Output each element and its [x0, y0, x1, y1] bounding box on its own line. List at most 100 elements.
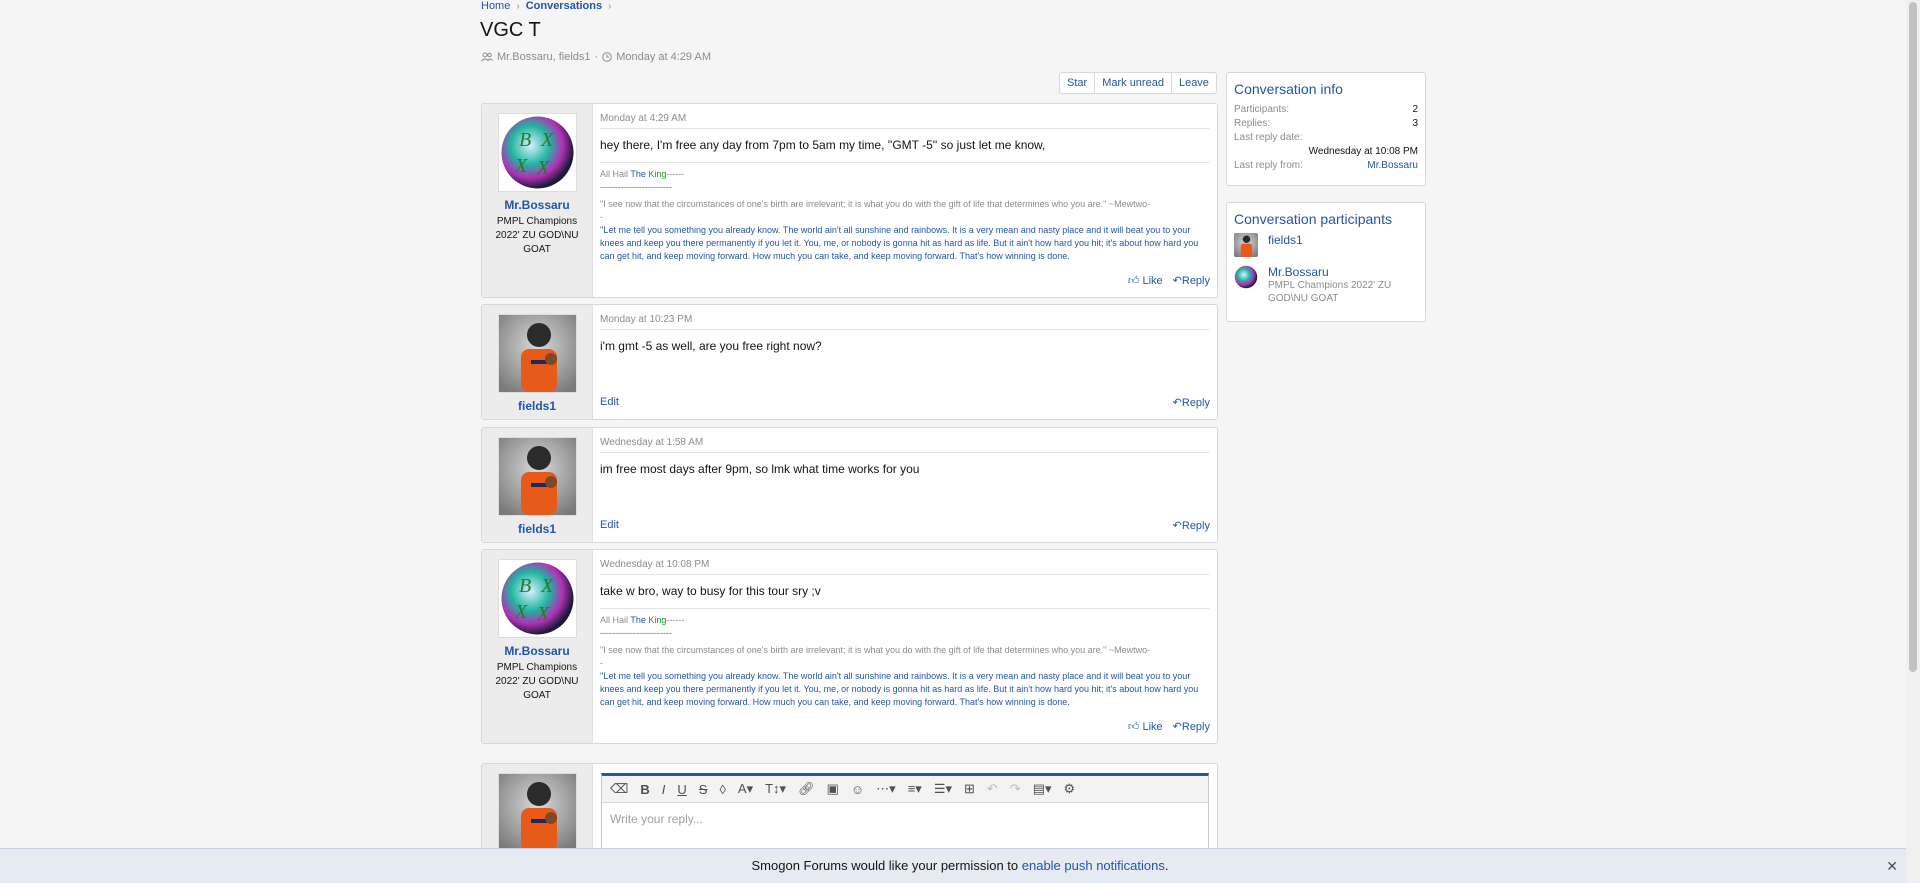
reply-input-placeholder[interactable]: Write your reply...: [602, 803, 1208, 835]
star-button[interactable]: Star: [1060, 73, 1094, 93]
breadcrumb-conversations[interactable]: Conversations: [526, 0, 602, 12]
sig-hail: All Hail: [600, 169, 631, 179]
username[interactable]: Mr.Bossaru: [482, 198, 592, 212]
reply-icon: ↶: [1172, 721, 1182, 733]
message-date[interactable]: Wednesday at 1:58 AM: [600, 437, 1210, 453]
message-date[interactable]: Wednesday at 10:08 PM: [600, 559, 1210, 575]
reply-button[interactable]: ↶Reply: [1173, 519, 1210, 532]
message-body: Wednesday at 1:58 AM im free most days a…: [593, 428, 1217, 542]
strikethrough-icon[interactable]: S: [699, 782, 708, 797]
avatar[interactable]: [497, 773, 577, 852]
username[interactable]: fields1: [482, 399, 592, 413]
gear-icon[interactable]: ⚙: [1064, 781, 1076, 797]
message-user: fields1: [482, 305, 593, 419]
message-text: hey there, I'm free any day from 7pm to …: [600, 138, 1046, 152]
reply-icon: ↶: [1172, 275, 1182, 287]
participant-name[interactable]: Mr.Bossaru: [1268, 265, 1418, 279]
participants-meta: Mr.Bossaru, fields1: [497, 51, 591, 63]
like-button[interactable]: 👍︎ Like: [1128, 720, 1163, 733]
username[interactable]: fields1: [482, 522, 592, 536]
avatar[interactable]: [1234, 233, 1258, 257]
reply-button[interactable]: ↶Reply: [1173, 274, 1210, 287]
sig-quote-tail: -: [600, 212, 603, 222]
participants-label: Participants:: [1234, 104, 1290, 115]
username[interactable]: Mr.Bossaru: [482, 644, 592, 658]
undo-icon[interactable]: ↶: [987, 781, 998, 797]
svg-text:X: X: [536, 603, 550, 625]
edit-button[interactable]: Edit: [600, 519, 619, 532]
table-icon[interactable]: ⊞: [964, 781, 975, 797]
user-title: PMPL Champions 2022' ZU GOD\NU GOAT: [495, 662, 579, 701]
reply-editor[interactable]: ⌫ B I U S ◊ A▾ T↕▾ 🔗︎ ▣ ☺ ⋯▾ ≡▾ ☰▾ ⊞ ↶ ↷…: [601, 773, 1209, 852]
message: BXXX Mr.Bossaru PMPL Champions 2022' ZU …: [481, 549, 1218, 744]
font-family-icon[interactable]: A▾: [738, 781, 753, 797]
reply-icon: ↶: [1172, 520, 1182, 532]
avatar[interactable]: [1234, 265, 1258, 289]
users-icon: [481, 52, 493, 62]
sig-dashes: ------------------------: [600, 182, 672, 192]
push-notification-banner: Smogon Forums would like your permission…: [0, 848, 1920, 883]
italic-icon[interactable]: I: [662, 782, 666, 797]
like-label: Like: [1142, 721, 1163, 733]
editor-toolbar: ⌫ B I U S ◊ A▾ T↕▾ 🔗︎ ▣ ☺ ⋯▾ ≡▾ ☰▾ ⊞ ↶ ↷…: [602, 776, 1208, 803]
eraser-icon[interactable]: ⌫: [610, 781, 628, 797]
message-body: Wednesday at 10:08 PM take w bro, way to…: [593, 550, 1217, 743]
underline-icon[interactable]: U: [677, 782, 686, 797]
notice-period: .: [1164, 858, 1169, 873]
smiley-icon[interactable]: ☺: [851, 782, 864, 797]
breadcrumb-home[interactable]: Home: [481, 0, 510, 12]
conversation-participants: Conversation participants fields1 Mr.Bos…: [1226, 202, 1426, 322]
chevron-right-icon: ›: [516, 0, 520, 12]
participant-title: PMPL Champions 2022' ZU GOD\NU GOAT: [1268, 280, 1392, 304]
svg-text:X: X: [540, 129, 554, 151]
last-reply-date-value-row: Wednesday at 10:08 PM: [1227, 145, 1425, 159]
avatar[interactable]: [497, 437, 577, 516]
reply-button[interactable]: ↶Reply: [1173, 396, 1210, 409]
participants-value: 2: [1412, 104, 1418, 115]
participant-item: Mr.Bossaru PMPL Champions 2022' ZU GOD\N…: [1234, 265, 1418, 305]
enable-push-link[interactable]: enable push notifications: [1022, 858, 1165, 873]
reply-button[interactable]: ↶Reply: [1173, 720, 1210, 733]
font-size-icon[interactable]: T↕▾: [765, 781, 786, 797]
message-date[interactable]: Monday at 10:23 PM: [600, 314, 1210, 330]
like-label: Like: [1142, 275, 1163, 287]
link-icon[interactable]: 🔗︎: [798, 781, 815, 797]
message-text: i'm gmt -5 as well, are you free right n…: [600, 339, 822, 353]
participant-name[interactable]: fields1: [1268, 233, 1303, 247]
leave-button[interactable]: Leave: [1170, 73, 1216, 93]
message: fields1 Monday at 10:23 PM i'm gmt -5 as…: [481, 304, 1218, 420]
signature: All Hail The King------ ----------------…: [600, 608, 1210, 709]
message-date[interactable]: Monday at 4:29 AM: [600, 113, 1210, 129]
like-button[interactable]: 👍︎ Like: [1128, 274, 1163, 287]
scrollbar[interactable]: [1906, 0, 1920, 882]
sig-quote-rocky: ''Let me tell you something you already …: [600, 671, 1199, 707]
drafts-icon[interactable]: ▤▾: [1033, 781, 1052, 797]
reply-label: Reply: [1181, 397, 1210, 409]
more-icon[interactable]: ⋯▾: [876, 781, 896, 797]
align-icon[interactable]: ≡▾: [908, 781, 922, 797]
color-icon[interactable]: ◊: [719, 782, 725, 797]
last-reply-from-link[interactable]: Mr.Bossaru: [1367, 159, 1418, 173]
sig-quote-rocky: ''Let me tell you something you already …: [600, 225, 1199, 261]
avatar[interactable]: BXXX: [497, 559, 577, 638]
close-icon[interactable]: ✕: [1886, 849, 1898, 883]
bold-icon[interactable]: B: [640, 782, 649, 797]
message: fields1 Wednesday at 1:58 AM im free mos…: [481, 427, 1218, 543]
clock-icon: [602, 52, 613, 62]
avatar[interactable]: [497, 314, 577, 393]
svg-text:X: X: [514, 155, 528, 177]
message: BXXX Mr.Bossaru PMPL Champions 2022' ZU …: [481, 103, 1218, 298]
participant-item: fields1: [1234, 233, 1418, 257]
image-icon[interactable]: ▣: [827, 781, 839, 797]
message-user: BXXX Mr.Bossaru PMPL Champions 2022' ZU …: [482, 550, 593, 743]
avatar[interactable]: BXXX: [497, 113, 577, 192]
reply-label: Reply: [1181, 275, 1210, 287]
sig-hail-tail: ------: [666, 615, 685, 625]
svg-text:X: X: [514, 601, 528, 623]
scrollbar-thumb[interactable]: [1909, 2, 1917, 672]
edit-button[interactable]: Edit: [600, 396, 619, 409]
message-actions: 👍︎ Like ↶Reply: [600, 274, 1210, 287]
redo-icon[interactable]: ↷: [1010, 781, 1021, 797]
mark-unread-button[interactable]: Mark unread: [1094, 73, 1171, 93]
list-icon[interactable]: ☰▾: [934, 781, 952, 797]
